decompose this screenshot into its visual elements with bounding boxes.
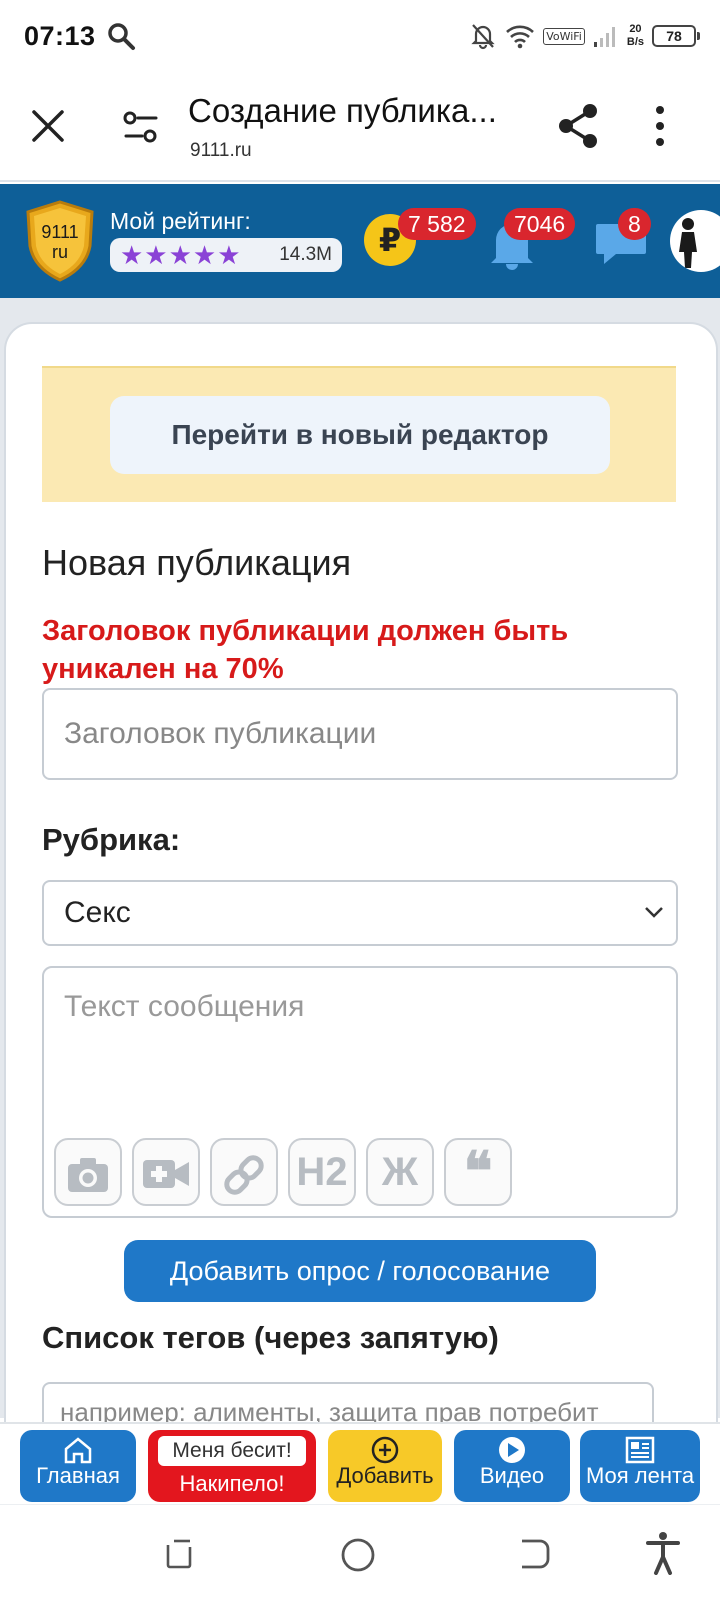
signal-icon: [593, 27, 615, 47]
coins-badge: 7 582: [398, 208, 476, 240]
heading-h2-button[interactable]: H2: [288, 1138, 356, 1206]
title-input[interactable]: Заголовок публикации: [42, 688, 678, 780]
add-circle-icon: [371, 1436, 399, 1464]
rating-pill[interactable]: ★★★★★ 14.3M: [110, 238, 342, 272]
more-options-icon[interactable]: [648, 104, 672, 148]
play-icon: [499, 1437, 525, 1463]
wifi-icon: [506, 25, 535, 49]
nav-add[interactable]: Добавить: [328, 1430, 442, 1502]
nav-video-label: Видео: [479, 1463, 545, 1488]
quote-button[interactable]: ❝: [444, 1138, 512, 1206]
add-poll-button[interactable]: Добавить опрос / голосование: [124, 1240, 596, 1302]
nav-feed-label: Моя лента: [585, 1463, 695, 1488]
link-icon: [224, 1155, 264, 1195]
rating-label: Мой рейтинг:: [110, 208, 251, 234]
message-placeholder: Текст сообщения: [64, 990, 305, 1023]
notifications-badge: 7046: [504, 208, 576, 240]
recent-apps-icon[interactable]: [162, 1537, 196, 1571]
chevron-down-icon: [645, 907, 663, 918]
rubric-label: Рубрика:: [42, 822, 181, 857]
site-header-bar: 9111 ru Мой рейтинг: ★★★★★ 14.3M ₽ 7 582…: [0, 184, 720, 298]
status-bar: 07:13 VoWiFi 20 B/s 78: [0, 0, 720, 72]
share-icon[interactable]: [556, 102, 600, 150]
rubric-select[interactable]: Секс: [42, 880, 678, 946]
speed-unit: B/s: [626, 36, 644, 48]
status-time: 07:13: [24, 20, 96, 51]
user-avatar[interactable]: [670, 210, 720, 272]
site-logo[interactable]: 9111 ru: [24, 200, 96, 282]
page-url[interactable]: 9111.ru: [190, 140, 252, 162]
bold-button[interactable]: Ж: [366, 1138, 434, 1206]
message-textarea[interactable]: Текст сообщения H2 Ж ❝: [42, 966, 678, 1218]
nav-annoyed[interactable]: Меня бесит! Накипело!: [148, 1430, 316, 1502]
home-circle-icon[interactable]: [340, 1537, 376, 1573]
title-uniqueness-warning: Заголовок публикации должен быть уникале…: [42, 615, 569, 685]
rubric-selected-value: Секс: [64, 896, 131, 929]
logo-text-9111: 9111: [41, 222, 78, 242]
messages-badge: 8: [618, 208, 651, 240]
h2-label: H2: [296, 1150, 348, 1194]
rating-stars: ★★★★★: [120, 240, 242, 270]
rating-value: 14.3M: [279, 244, 332, 265]
close-icon[interactable]: [30, 108, 66, 144]
speed-value: 20: [629, 23, 642, 35]
video-camera-icon: [143, 1160, 189, 1188]
browser-header: Создание публика... 9111.ru: [0, 72, 720, 182]
battery-indicator: 78: [652, 25, 700, 47]
insert-link-button[interactable]: [210, 1138, 278, 1206]
nav-home-label: Главная: [36, 1463, 120, 1488]
back-icon[interactable]: [518, 1537, 552, 1571]
nav-annoyed-top-label: Меня бесит!: [158, 1436, 306, 1466]
tags-label: Список тегов (через запятую): [42, 1320, 499, 1355]
section-title: Новая публикация: [42, 542, 352, 583]
home-icon: [64, 1437, 92, 1464]
camera-icon: [68, 1158, 108, 1192]
nav-video[interactable]: Видео: [454, 1430, 570, 1502]
site-bottom-nav: Главная Меня бесит! Накипело! Добавить В…: [0, 1422, 720, 1504]
nav-feed[interactable]: Моя лента: [580, 1430, 700, 1502]
nav-home[interactable]: Главная: [20, 1430, 136, 1502]
site-settings-icon[interactable]: [122, 110, 160, 144]
nav-annoyed-bottom-label: Накипело!: [179, 1471, 285, 1496]
android-navigation-bar: [0, 1504, 720, 1600]
bold-label: Ж: [381, 1150, 419, 1194]
insert-photo-button[interactable]: [54, 1138, 122, 1206]
new-editor-button[interactable]: Перейти в новый редактор: [110, 396, 610, 474]
page-title: Создание публика...: [188, 92, 497, 129]
nav-add-label: Добавить: [336, 1463, 434, 1488]
feed-icon: [625, 1436, 655, 1464]
logo-text-ru: ru: [52, 242, 68, 262]
vowifi-indicator: VoWiFi: [543, 27, 585, 45]
mute-notifications-icon: [471, 24, 495, 50]
insert-video-button[interactable]: [132, 1138, 200, 1206]
network-speed: 20 B/s: [627, 23, 644, 49]
search-icon: [107, 23, 135, 50]
accessibility-icon[interactable]: [646, 1531, 680, 1575]
quote-icon: ❝: [463, 1142, 493, 1202]
